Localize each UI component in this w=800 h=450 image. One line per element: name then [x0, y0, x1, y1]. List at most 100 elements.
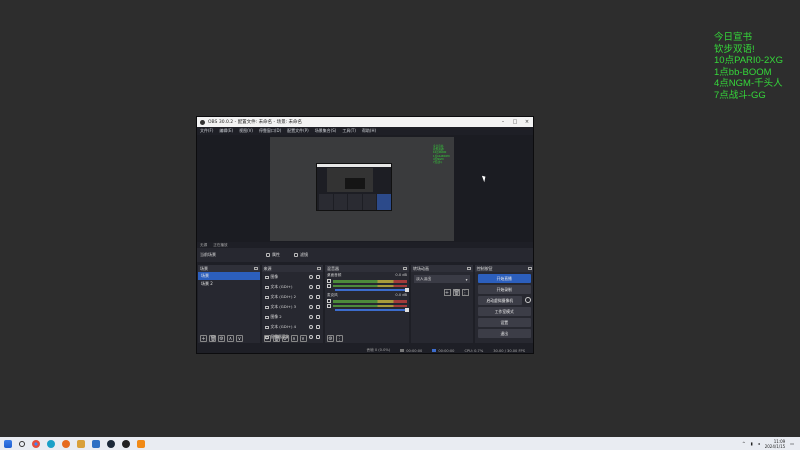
- virtual-camera-label: 启动虚拟摄像机: [486, 297, 514, 303]
- source-row[interactable]: 文本 (GDI+) 2: [262, 292, 324, 302]
- photo-icon[interactable]: [92, 439, 100, 448]
- chrome-icon[interactable]: [32, 439, 40, 448]
- add-icon[interactable]: +: [200, 335, 207, 342]
- menu-scene-collection[interactable]: 场景集合(S): [315, 128, 337, 134]
- eye-icon[interactable]: [309, 325, 313, 329]
- popout-icon[interactable]: [466, 267, 471, 270]
- lock-icon[interactable]: [316, 295, 320, 299]
- trash-icon[interactable]: 🗑: [452, 289, 460, 296]
- menu-dots-icon[interactable]: ⋮: [336, 335, 343, 342]
- eye-icon[interactable]: [309, 335, 313, 339]
- window-titlebar[interactable]: OBS 30.0.2 - 配置文件: 未命名 - 场景: 未命名 – □ ×: [197, 117, 533, 127]
- speaker-icon[interactable]: ◂: [758, 441, 760, 446]
- source-row[interactable]: 文本 (GDI+) 4: [262, 322, 324, 332]
- menu-view[interactable]: 视图(V): [239, 128, 253, 134]
- edge-icon[interactable]: [47, 439, 55, 448]
- notification-icon[interactable]: ▭: [790, 441, 794, 446]
- obs-icon[interactable]: [122, 439, 130, 448]
- source-row[interactable]: 图像: [262, 272, 324, 282]
- start-virtual-camera-button[interactable]: 启动虚拟摄像机: [477, 296, 532, 305]
- trash-icon[interactable]: 🗑: [209, 335, 216, 342]
- controls-dock: 控制按钮 开始直播 开始录制 启动虚拟摄像机 工作室模式 设置 退出: [474, 265, 533, 343]
- chevron-up-icon[interactable]: ^: [742, 441, 745, 446]
- nested-box: [345, 178, 365, 189]
- preview-canvas[interactable]: 今日宣书 钦步双语! 10点PARI0 1点bb-BOOM 4点NGM 7点战斗: [270, 137, 454, 241]
- chevron-down-icon: ▾: [465, 276, 468, 282]
- current-scene-label: 当前场景: [200, 252, 216, 257]
- close-icon[interactable]: ×: [521, 119, 533, 125]
- source-label: 文本 (GDI+) 3: [270, 304, 297, 309]
- search-icon[interactable]: [19, 440, 25, 447]
- lock-icon[interactable]: [316, 305, 320, 309]
- add-icon[interactable]: +: [263, 335, 271, 342]
- move-down-icon[interactable]: ∨: [236, 335, 243, 342]
- popout-icon[interactable]: [317, 267, 321, 270]
- vlc-icon[interactable]: [137, 439, 145, 448]
- menu-docks[interactable]: 停靠窗口(D): [259, 128, 281, 134]
- menu-help[interactable]: 帮助(H): [362, 128, 376, 134]
- eye-icon[interactable]: [309, 295, 313, 299]
- lock-icon[interactable]: [316, 315, 320, 319]
- network-icon[interactable]: ▮: [750, 441, 752, 446]
- popout-icon[interactable]: [253, 267, 258, 270]
- source-row[interactable]: 文本 (GDI+) 3: [262, 302, 324, 312]
- menu-dots-icon[interactable]: [327, 279, 331, 283]
- nested-dock: [362, 194, 377, 210]
- transition-select[interactable]: 淡入淡出 ▾: [414, 275, 470, 283]
- record-icon: [432, 349, 437, 352]
- start-recording-button[interactable]: 开始录制: [477, 285, 532, 294]
- source-row[interactable]: 图像 2: [262, 312, 324, 322]
- menu-edit[interactable]: 编辑(E): [219, 128, 233, 134]
- move-down-icon[interactable]: ∨: [299, 335, 307, 342]
- volume-slider[interactable]: [335, 288, 409, 292]
- exit-button[interactable]: 退出: [477, 329, 532, 338]
- gear-icon[interactable]: ⚙: [218, 335, 225, 342]
- studio-mode-button[interactable]: 工作室模式: [477, 307, 532, 316]
- popout-icon[interactable]: [403, 267, 407, 270]
- stream-time: 00:00:00: [406, 348, 423, 353]
- speaker-icon[interactable]: [327, 304, 331, 308]
- clock[interactable]: 11:09 2024/1/15: [765, 439, 786, 449]
- eye-icon[interactable]: [309, 285, 313, 289]
- menu-file[interactable]: 文件(F): [200, 128, 213, 134]
- gear-icon[interactable]: [525, 297, 532, 303]
- firefox-icon[interactable]: [62, 439, 70, 448]
- lock-icon[interactable]: [316, 275, 320, 279]
- gear-icon[interactable]: ⚙: [281, 335, 289, 342]
- filters-button[interactable]: 滤镜: [294, 252, 308, 258]
- eye-icon[interactable]: [309, 305, 313, 309]
- maximize-icon[interactable]: □: [509, 119, 521, 125]
- lock-icon[interactable]: [316, 325, 320, 329]
- properties-button[interactable]: 属性: [266, 252, 280, 258]
- image-icon: [264, 275, 269, 279]
- menu-dots-icon[interactable]: [327, 299, 331, 303]
- lock-icon[interactable]: [316, 335, 320, 339]
- list-item[interactable]: 场景 2: [198, 280, 260, 288]
- source-row[interactable]: 文本 (GDI+): [262, 282, 324, 292]
- speaker-icon[interactable]: [327, 284, 331, 288]
- add-icon[interactable]: +: [443, 289, 451, 296]
- start-streaming-button[interactable]: 开始直播: [477, 274, 532, 283]
- menu-tools[interactable]: 工具(T): [342, 128, 356, 134]
- start-icon[interactable]: [4, 439, 12, 448]
- menu-dots-icon[interactable]: ⋮: [461, 289, 469, 296]
- eye-icon[interactable]: [309, 275, 313, 279]
- gear-icon[interactable]: ⚙: [327, 335, 334, 342]
- trash-icon[interactable]: 🗑: [272, 335, 280, 342]
- lock-icon[interactable]: [316, 285, 320, 289]
- list-item[interactable]: 场景: [198, 272, 260, 280]
- move-up-icon[interactable]: ∧: [290, 335, 298, 342]
- settings-button[interactable]: 设置: [477, 318, 532, 327]
- minimize-icon[interactable]: –: [497, 119, 509, 125]
- transition-controls: + 🗑 ⋮: [411, 286, 473, 299]
- popout-icon[interactable]: [528, 267, 533, 270]
- window-title: OBS 30.0.2 - 配置文件: 未命名 - 场景: 未命名: [208, 120, 303, 125]
- move-up-icon[interactable]: ∧: [227, 335, 234, 342]
- preview-area[interactable]: 今日宣书 钦步双语! 10点PARI0 1点bb-BOOM 4点NGM 7点战斗: [197, 135, 533, 242]
- volume-slider[interactable]: [335, 308, 409, 312]
- eye-icon[interactable]: [309, 315, 313, 319]
- steam-icon[interactable]: [107, 439, 115, 448]
- mail-icon[interactable]: [77, 439, 85, 448]
- menu-profile[interactable]: 配置文件(P): [287, 128, 309, 134]
- stream-icon: [400, 349, 405, 352]
